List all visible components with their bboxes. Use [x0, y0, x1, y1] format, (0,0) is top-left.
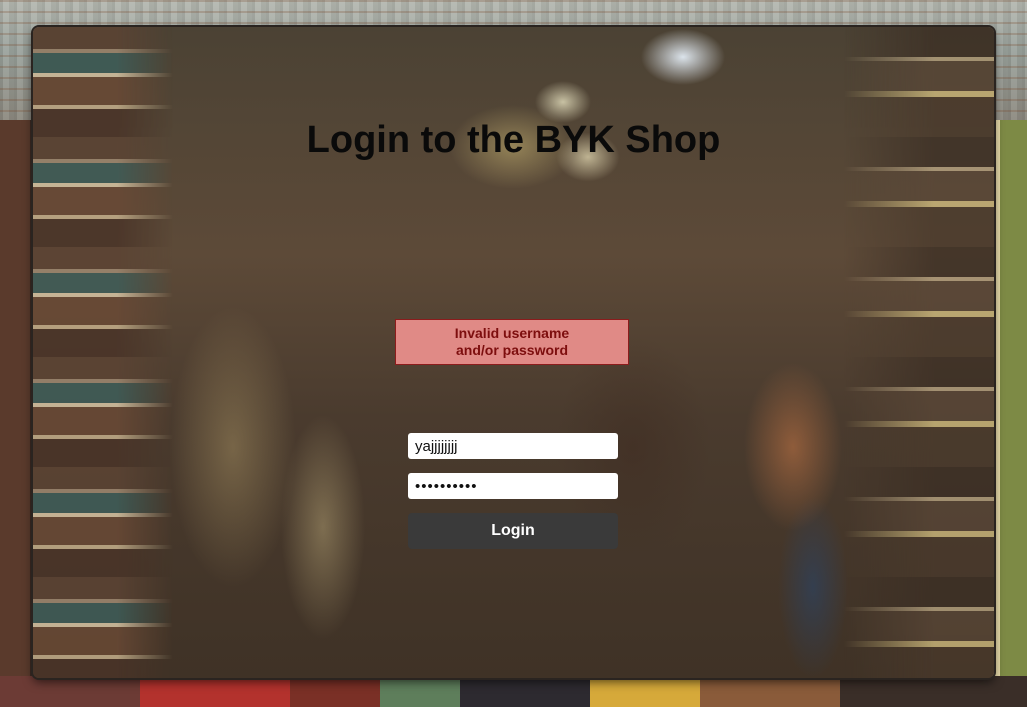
password-input[interactable]	[408, 473, 618, 499]
login-button[interactable]: Login	[408, 513, 618, 549]
error-message-text: Invalid username and/or password	[454, 325, 570, 358]
background-books-bottom	[0, 676, 1027, 707]
page-title: Login to the BYK Shop	[306, 119, 721, 161]
error-message-box: Invalid username and/or password	[395, 319, 629, 365]
username-input[interactable]	[408, 433, 618, 459]
login-panel: Login to the BYK Shop Invalid username a…	[33, 27, 994, 678]
